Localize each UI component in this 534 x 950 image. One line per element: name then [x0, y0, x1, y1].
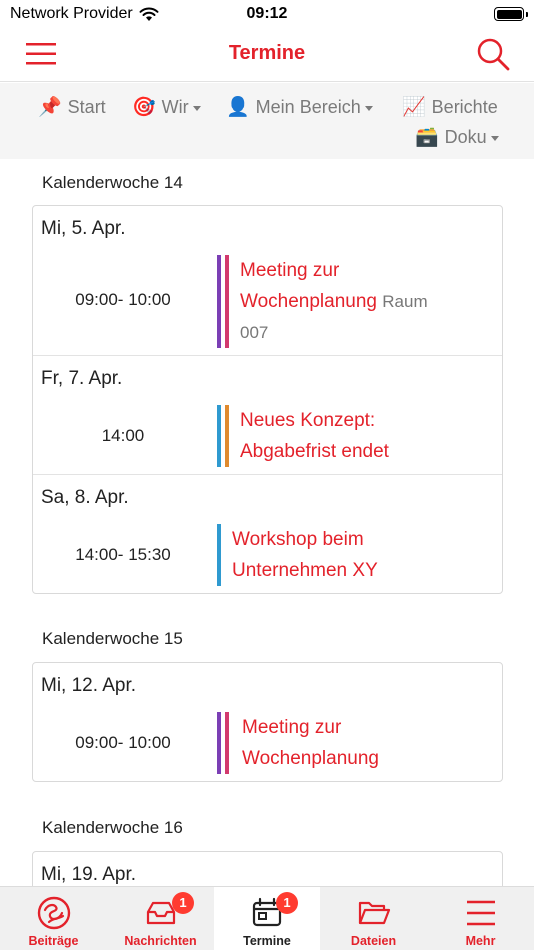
category-bar — [225, 712, 229, 774]
event-category-bars — [217, 712, 229, 774]
week-heading: Kalenderwoche 15 — [42, 629, 183, 648]
event-title-line: Wochenplanung — [242, 748, 379, 769]
chevron-down-icon — [490, 135, 499, 141]
category-bar — [217, 712, 221, 774]
menu-icon — [466, 900, 495, 926]
tab-label: Dateien — [350, 934, 397, 948]
event-time: 09:00- 10:00 — [75, 290, 171, 309]
chevron-down-icon — [192, 105, 201, 111]
event-time: 14:00- 15:30 — [75, 545, 171, 564]
day-date: Sa, 8. Apr. — [41, 487, 129, 508]
file-box-icon: 🗃️ — [415, 127, 439, 148]
category-bar — [217, 255, 221, 348]
chevron-down-icon — [364, 105, 373, 111]
event-link[interactable]: Meeting zur Wochenplanung Raum 007 — [240, 255, 500, 348]
day-entry: Fr, 7. Apr. 14:00 Neues Konzept: Abgabef… — [33, 355, 502, 474]
tab-label: Beiträge — [28, 934, 79, 948]
submenu-item-mein-bereich[interactable]: 👤 Mein Bereich — [226, 95, 373, 119]
category-bar — [225, 255, 229, 348]
submenu-item-start[interactable]: 📌 Start — [38, 95, 106, 119]
week-heading: Kalenderwoche 16 — [42, 818, 183, 837]
category-bar — [225, 405, 229, 467]
event-title-line: Unternehmen XY — [232, 560, 378, 581]
day-date: Fr, 7. Apr. — [41, 368, 123, 389]
day-entry: Sa, 8. Apr. 14:00- 15:30 Workshop beim U… — [33, 474, 502, 593]
category-bar — [217, 524, 221, 586]
page-title: Termine — [228, 42, 306, 64]
event-time: 09:00- 10:00 — [75, 733, 171, 752]
appointments-list[interactable]: Kalenderwoche 14 Mi, 5. Apr. 09:00- 10:0… — [0, 159, 534, 886]
event-category-bars — [217, 405, 229, 467]
tab-nachrichten[interactable]: 1 Nachrichten — [107, 887, 214, 950]
event-category-bars — [217, 524, 221, 586]
submenu-item-label: Wir — [161, 96, 189, 117]
wifi-icon — [139, 7, 159, 21]
event-location: 007 — [240, 323, 269, 342]
event-time: 14:00 — [101, 426, 145, 445]
week-card: Mi, 12. Apr. 09:00- 10:00 Meeting zur Wo… — [32, 662, 503, 782]
carrier-name: Network Provider — [10, 5, 133, 22]
search-icon[interactable] — [476, 37, 510, 71]
tab-bar: Beiträge 1 Nachrichten 1 Termine Dateien — [0, 886, 534, 950]
tab-label: Nachrichten — [124, 934, 197, 948]
submenu-item-label: Doku — [444, 126, 487, 147]
submenu-item-doku[interactable]: 🗃️ Doku — [415, 125, 499, 149]
week-card: Mi, 19. Apr. — [32, 851, 503, 886]
posts-icon — [37, 896, 70, 930]
submenu: 📌 Start 🎯 Wir 👤 Mein Bereich 📈 Berichte … — [0, 83, 534, 159]
battery-icon — [494, 7, 528, 21]
day-entry: Mi, 19. Apr. — [33, 852, 502, 886]
week-card: Mi, 5. Apr. 09:00- 10:00 Meeting zur Woc… — [32, 205, 503, 594]
event-title-line: Abgabefrist endet — [240, 441, 389, 462]
tab-dateien[interactable]: Dateien — [320, 887, 427, 950]
event-location: Raum — [382, 292, 428, 311]
tab-label: Termine — [243, 934, 291, 948]
category-bar — [217, 405, 221, 467]
day-entry: Mi, 12. Apr. 09:00- 10:00 Meeting zur Wo… — [33, 663, 502, 781]
event-title-line: Meeting zur — [240, 260, 340, 281]
folder-icon — [358, 901, 390, 925]
submenu-item-label: Start — [67, 96, 106, 117]
event-title-line: Workshop beim — [232, 529, 364, 550]
event-title-line: Wochenplanung — [240, 291, 377, 312]
event-title-line: Neues Konzept: — [240, 410, 376, 431]
event-link[interactable]: Workshop beim Unternehmen XY — [232, 524, 492, 586]
day-date: Mi, 12. Apr. — [41, 675, 137, 696]
tab-termine[interactable]: 1 Termine — [214, 887, 320, 950]
event-title-line: Meeting zur — [242, 717, 342, 738]
tab-mehr[interactable]: Mehr — [427, 887, 534, 950]
carrier: Network Provider — [10, 5, 159, 23]
submenu-item-label: Berichte — [431, 96, 498, 117]
unread-badge: 1 — [172, 892, 194, 914]
pushpin-icon: 📌 — [38, 97, 62, 118]
submenu-item-label: Mein Bereich — [255, 96, 361, 117]
submenu-item-berichte[interactable]: 📈 Berichte — [402, 95, 498, 119]
user-icon: 👤 — [226, 97, 250, 118]
week-heading: Kalenderwoche 14 — [42, 173, 183, 192]
status-bar: Network Provider 09:12 — [0, 0, 534, 28]
day-date: Mi, 5. Apr. — [41, 218, 126, 239]
chart-icon: 📈 — [402, 97, 426, 118]
event-link[interactable]: Meeting zur Wochenplanung — [242, 712, 502, 774]
appointments-badge: 1 — [276, 892, 298, 914]
event-link[interactable]: Neues Konzept: Abgabefrist endet — [240, 405, 500, 467]
day-date: Mi, 19. Apr. — [41, 864, 137, 885]
submenu-item-wir[interactable]: 🎯 Wir — [132, 95, 201, 119]
target-icon: 🎯 — [132, 97, 156, 118]
day-entry: Mi, 5. Apr. 09:00- 10:00 Meeting zur Woc… — [33, 206, 502, 355]
tab-beitraege[interactable]: Beiträge — [0, 887, 107, 950]
event-category-bars — [217, 255, 229, 348]
tab-label: Mehr — [465, 934, 496, 948]
navigation-bar: Termine — [0, 28, 534, 82]
